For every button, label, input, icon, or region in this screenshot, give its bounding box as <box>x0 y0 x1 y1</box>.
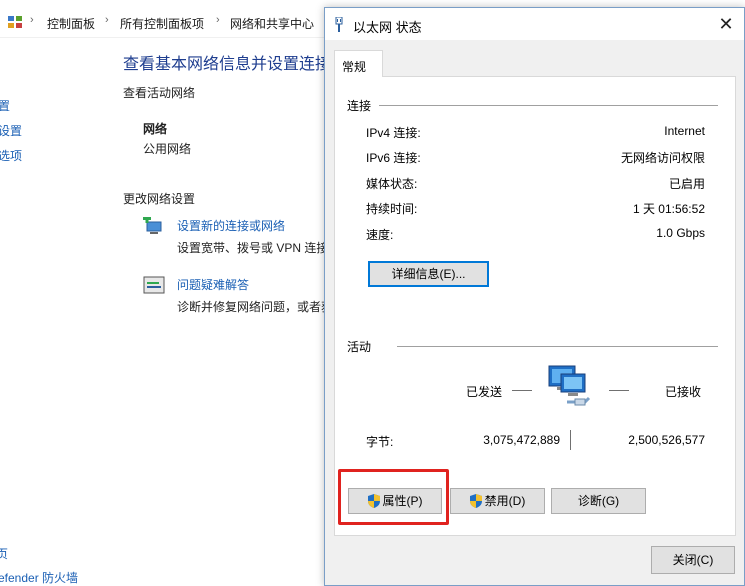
control-panel-icon <box>8 16 22 28</box>
disable-button[interactable]: 禁用(D) <box>450 488 545 514</box>
page-title: 查看基本网络信息并设置连接 <box>123 56 332 73</box>
setup-connection-desc: 设置宽带、拨号或 VPN 连接 <box>177 241 329 255</box>
general-tab-panel: 连接 IPv4 连接: Internet IPv6 连接: 无网络访问权限 媒体… <box>334 76 736 536</box>
sidebar-item[interactable]: 选项 <box>0 147 22 164</box>
speed-label: 速度: <box>366 228 394 242</box>
speed-value: 1.0 Gbps <box>656 226 705 240</box>
ipv6-label: IPv6 连接: <box>366 151 421 165</box>
sent-line <box>512 390 532 391</box>
details-button[interactable]: 详细信息(E)... <box>368 261 489 287</box>
tab-general[interactable]: 常规 <box>334 50 383 77</box>
network-name: 网络 <box>143 122 168 136</box>
ipv4-value: Internet <box>664 124 705 138</box>
duration-label: 持续时间: <box>366 202 418 216</box>
uac-shield-icon <box>469 494 482 508</box>
media-state-value: 已启用 <box>668 177 705 191</box>
chevron-right-icon: › <box>30 14 34 26</box>
troubleshoot-link[interactable]: 问题疑难解答 <box>177 276 249 293</box>
troubleshoot-icon <box>143 276 165 294</box>
duration-value: 1 天 01:56:52 <box>632 202 705 216</box>
change-settings-heading: 更改网络设置 <box>123 192 196 206</box>
sidebar-item[interactable]: 置 <box>0 97 10 114</box>
ipv4-label: IPv4 连接: <box>366 126 421 140</box>
ethernet-plug-icon <box>335 17 343 32</box>
new-connection-icon <box>143 217 162 234</box>
dialog-titlebar[interactable]: 以太网 状态 ✕ <box>325 8 744 40</box>
received-label: 已接收 <box>665 385 702 399</box>
setup-connection-link[interactable]: 设置新的连接或网络 <box>177 217 285 234</box>
section-divider <box>379 105 718 106</box>
highlight-box <box>338 469 449 525</box>
bytes-received-value: 2,500,526,577 <box>628 433 705 447</box>
bytes-label: 字节: <box>366 435 394 449</box>
activity-divider <box>570 430 571 450</box>
close-button[interactable]: 关闭(C) <box>651 546 735 574</box>
active-networks-heading: 查看活动网络 <box>123 86 196 100</box>
dialog-title: 以太网 状态 <box>353 20 422 35</box>
chevron-right-icon: › <box>105 14 109 26</box>
sidebar-item-firewall[interactable]: efender 防火墙 <box>0 569 78 586</box>
activity-section-label: 活动 <box>347 340 372 354</box>
breadcrumb-item[interactable]: 所有控制面板项 <box>120 15 204 32</box>
media-state-label: 媒体状态: <box>366 177 418 191</box>
disable-button-label: 禁用(D) <box>484 494 526 508</box>
sidebar-item[interactable]: 页 <box>0 545 8 562</box>
sent-label: 已发送 <box>466 385 503 399</box>
close-icon[interactable]: ✕ <box>714 14 738 36</box>
address-bar[interactable]: › 控制面板 › 所有控制面板项 › 网络和共享中心 <box>0 5 330 38</box>
diagnose-button[interactable]: 诊断(G) <box>551 488 646 514</box>
breadcrumb-item[interactable]: 控制面板 <box>47 15 95 32</box>
received-line <box>609 390 629 391</box>
sidebar-item[interactable]: 设置 <box>0 122 22 139</box>
troubleshoot-desc: 诊断并修复网络问题，或者获 <box>177 300 334 314</box>
connection-section-label: 连接 <box>347 99 372 113</box>
ipv6-value: 无网络访问权限 <box>620 151 705 165</box>
section-divider <box>397 346 718 347</box>
network-type: 公用网络 <box>143 142 192 156</box>
chevron-right-icon: › <box>216 14 220 26</box>
network-computers-icon <box>548 365 591 406</box>
bytes-sent-value: 3,075,472,889 <box>483 433 560 447</box>
breadcrumb-item[interactable]: 网络和共享中心 <box>230 15 314 32</box>
